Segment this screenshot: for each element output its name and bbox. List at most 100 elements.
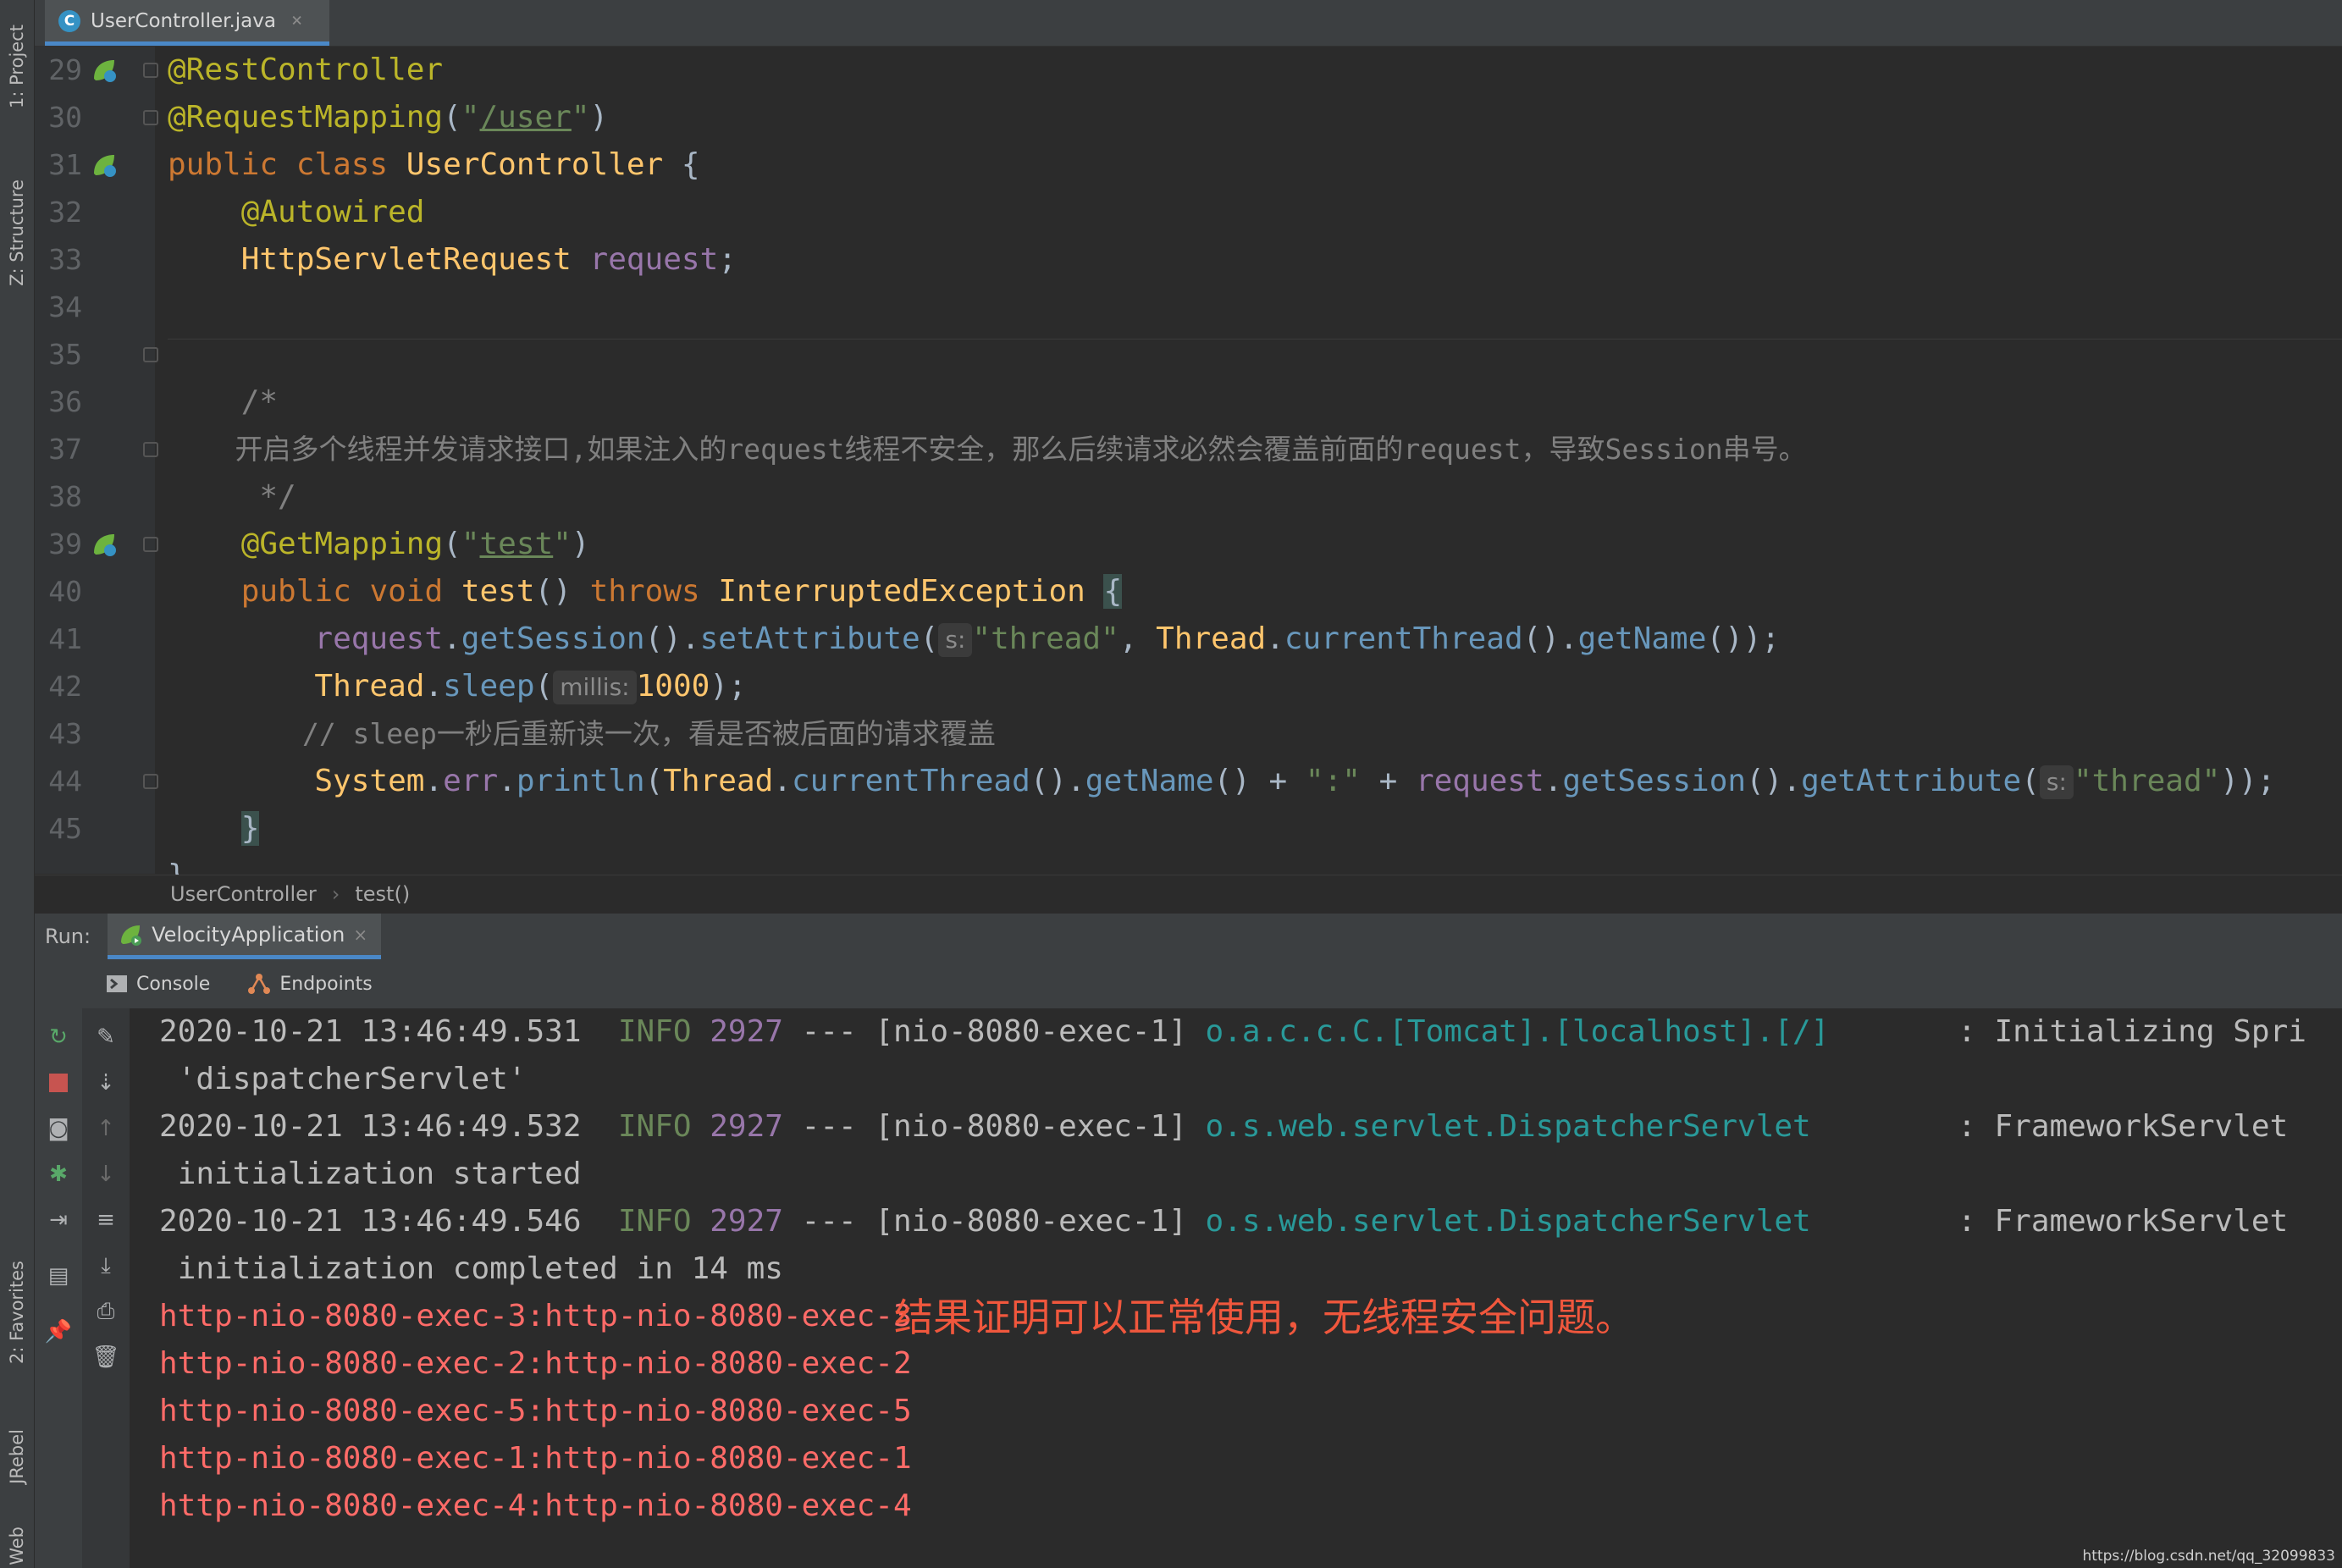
code-line-43: System.err.println(Thread.currentThread(… xyxy=(314,764,2276,799)
tool-window-project[interactable]: 1: Project xyxy=(0,7,34,125)
editor-gutter: 29 30 31 32 33 34 35 36 37 38 39 40 41 42 43 44 45 xyxy=(35,47,158,874)
log-line-continued: initialization completed in 14 ms xyxy=(177,1251,783,1286)
line-number: 29 xyxy=(48,53,82,86)
log-line: 2020-10-21 13:46:49.546 INFO 2927 --- [n… xyxy=(159,1204,2289,1239)
print-icon[interactable]: ⎙ xyxy=(92,1298,119,1325)
run-config-name: VelocityApplication xyxy=(152,922,345,947)
stderr-line: http-nio-8080-exec-3:http-nio-8080-exec-… xyxy=(159,1299,912,1333)
edit-icon[interactable]: ✎ xyxy=(92,1024,119,1051)
stderr-line: http-nio-8080-exec-4:http-nio-8080-exec-… xyxy=(159,1488,912,1523)
scroll-end-icon[interactable]: ⤓ xyxy=(92,1252,119,1279)
close-tab-icon[interactable]: × xyxy=(291,10,302,31)
tab-usercontroller-java[interactable]: C UserController.java × xyxy=(45,0,329,46)
code-line-42: // sleep一秒后重新读一次，看是否被后面的请求覆盖 xyxy=(301,717,996,750)
java-class-icon: C xyxy=(58,9,80,32)
console-toolbar: ✎ ⇣ ↑ ↓ ≡ ⤓ ⎙ 🗑 xyxy=(82,1008,130,1568)
fold-marker-icon[interactable] xyxy=(143,537,158,552)
line-number: 45 xyxy=(48,812,82,845)
code-editor[interactable]: 29 30 31 32 33 34 35 36 37 38 39 40 41 42 43 44 45 @Rest… xyxy=(35,47,2342,893)
watermark: https://blog.csdn.net/qq_32099833 xyxy=(2082,1548,2335,1565)
exit-icon[interactable]: ⇥ xyxy=(45,1206,72,1234)
code-line-30: @RequestMapping("/user") xyxy=(168,100,609,135)
line-number: 34 xyxy=(48,290,82,323)
line-number: 41 xyxy=(48,622,82,655)
stderr-line: http-nio-8080-exec-1:http-nio-8080-exec-… xyxy=(159,1441,912,1476)
tab-filename: UserController.java xyxy=(91,9,276,32)
camera-icon[interactable]: ◙ xyxy=(45,1115,72,1142)
line-number: 30 xyxy=(48,101,82,134)
line-number: 42 xyxy=(48,670,82,703)
rerun-icon[interactable]: ↻ xyxy=(45,1024,72,1051)
log-line: 2020-10-21 13:46:49.532 INFO 2927 --- [n… xyxy=(159,1109,2289,1144)
breadcrumb-method[interactable]: test() xyxy=(355,882,410,906)
run-toolbar: ↻ ◙ ✱ ⇥ ▤ 📌 xyxy=(35,1008,82,1568)
code-line-29: @RestController xyxy=(168,52,444,87)
line-number: 43 xyxy=(48,717,82,750)
code-line-36: 开启多个线程并发请求接口,如果注入的request线程不安全，那么后续请求必然会… xyxy=(235,433,1807,466)
code-line-35: /* xyxy=(240,384,279,419)
tab-console[interactable]: Console xyxy=(106,974,210,995)
spring-bean-icon[interactable] xyxy=(91,57,118,84)
tool-window-favorites[interactable]: 2: Favorites xyxy=(0,1236,34,1389)
fold-marker-icon[interactable] xyxy=(143,110,158,125)
tool-window-jrebel[interactable]: JRebel xyxy=(0,1405,34,1507)
stderr-line: http-nio-8080-exec-5:http-nio-8080-exec-… xyxy=(159,1394,912,1428)
breadcrumb-class[interactable]: UserController xyxy=(170,882,317,906)
code-line-44: } xyxy=(240,811,260,846)
close-run-tab-icon[interactable]: × xyxy=(353,925,367,945)
tool-window-structure[interactable]: Z: Structure xyxy=(0,161,34,305)
line-number: 37 xyxy=(48,433,82,466)
code-line-40: request.getSession().setAttribute(s: "thr… xyxy=(314,621,1781,657)
log-line-continued: initialization started xyxy=(177,1157,582,1191)
run-toolwindow-header: Run: VelocityApplication × xyxy=(35,913,2342,959)
tool-window-web[interactable]: Web xyxy=(0,1524,34,1568)
tab-endpoints[interactable]: Endpoints xyxy=(247,972,373,996)
endpoints-icon xyxy=(248,974,271,994)
param-hint: s: xyxy=(2039,765,2074,799)
code-line-32: @Autowired xyxy=(240,195,425,229)
stderr-line: http-nio-8080-exec-2:http-nio-8080-exec-… xyxy=(159,1346,912,1381)
log-line: 2020-10-21 13:46:49.531 INFO 2927 --- [n… xyxy=(159,1014,2306,1049)
console-tab-bar: Console Endpoints xyxy=(35,959,2342,1008)
line-number: 39 xyxy=(48,527,82,560)
pin-icon[interactable]: 📌 xyxy=(45,1318,72,1345)
layout-icon[interactable]: ▤ xyxy=(45,1262,72,1289)
line-number: 32 xyxy=(48,196,82,229)
fold-marker-icon[interactable] xyxy=(143,63,158,78)
code-line-41: Thread.sleep(millis: 1000); xyxy=(314,669,747,704)
trash-icon[interactable]: 🗑 xyxy=(92,1344,120,1371)
fold-marker-icon[interactable] xyxy=(143,442,158,457)
param-hint: millis: xyxy=(553,671,637,704)
code-line-31: public class UserController { xyxy=(168,147,700,182)
line-number: 33 xyxy=(48,243,82,276)
log-line-continued: 'dispatcherServlet' xyxy=(177,1062,527,1096)
line-number: 35 xyxy=(48,338,82,371)
code-line-39: public void test() throws InterruptedExc… xyxy=(240,574,1123,609)
spring-boot-icon xyxy=(121,925,142,946)
code-area[interactable]: @RestController @RequestMapping("/user")… xyxy=(168,47,2342,893)
line-number: 36 xyxy=(48,385,82,418)
run-label: Run: xyxy=(45,925,91,948)
scroll-to-end-icon[interactable]: ⇣ xyxy=(92,1069,119,1096)
stop-icon[interactable] xyxy=(45,1069,72,1096)
annotation-note: 结果证明可以正常使用，无线程安全问题。 xyxy=(894,1295,1634,1340)
up-arrow-icon[interactable]: ↑ xyxy=(92,1115,119,1142)
run-config-tab[interactable]: VelocityApplication × xyxy=(108,914,382,959)
editor-tab-bar: C UserController.java × xyxy=(35,0,2342,47)
run-gutter-icon[interactable] xyxy=(91,531,118,558)
breadcrumb-separator: › xyxy=(331,882,340,906)
line-number: 44 xyxy=(48,765,82,798)
param-hint: s: xyxy=(938,623,973,657)
line-number: 40 xyxy=(48,575,82,608)
fold-marker-icon[interactable] xyxy=(143,347,158,362)
code-line-38: @GetMapping("test") xyxy=(240,527,590,561)
soft-wrap-icon[interactable]: ≡ xyxy=(92,1206,119,1234)
left-tool-strip: 1: Project Z: Structure 2: Favorites JRe… xyxy=(0,0,35,1568)
fold-marker-icon[interactable] xyxy=(143,774,158,789)
debug-icon[interactable]: ✱ xyxy=(45,1161,72,1188)
line-number: 31 xyxy=(48,148,82,181)
run-gutter-icon[interactable] xyxy=(91,152,118,179)
breadcrumb: UserController › test() xyxy=(35,875,2342,913)
code-line-37: */ xyxy=(240,479,296,514)
down-arrow-icon[interactable]: ↓ xyxy=(92,1161,119,1188)
